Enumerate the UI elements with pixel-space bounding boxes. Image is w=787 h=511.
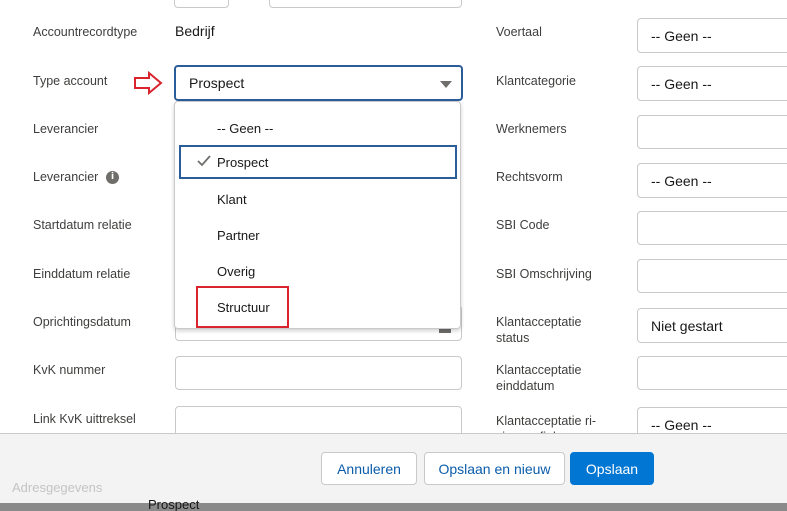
startdatum-label: Startdatum relatie [33,218,132,232]
save-and-new-button[interactable]: Opslaan en nieuw [424,452,565,485]
werknemers-label: Werknemers [496,122,567,136]
klantacceptatie-status-value: Niet gestart [651,317,723,334]
check-icon [197,155,211,167]
oprichtingsdatum-label: Oprichtingsdatum [33,315,131,329]
option-prospect[interactable]: Prospect [179,145,457,179]
option-overig[interactable]: Overig [175,254,460,288]
sbi-code-label: SBI Code [496,218,550,232]
klantcategorie-value: -- Geen -- [651,75,712,92]
klantacceptatie-status-label: Klantacceptatie status [496,314,581,346]
klantacceptatie-einddatum-input[interactable] [637,356,787,390]
klantacceptatie-risico-label-line1: Klantacceptatie ri- [496,414,597,428]
save-button[interactable]: Opslaan [570,452,654,485]
account-record-type-value: Bedrijf [175,23,215,39]
red-arrow-annotation [134,71,163,95]
klantacceptatie-risico-value: -- Geen -- [651,416,712,433]
klantacceptatie-einddatum-label-line2: einddatum [496,379,555,393]
dropdown-arrow-icon [440,81,452,88]
info-icon[interactable]: i [106,171,119,184]
rechtsvorm-label: Rechtsvorm [496,170,563,184]
rechtsvorm-select[interactable]: -- Geen -- [637,163,787,198]
klantcategorie-select[interactable]: -- Geen -- [637,66,787,101]
cancel-button[interactable]: Annuleren [321,452,417,485]
modal-footer: Annuleren Opslaan en nieuw Opslaan [0,433,787,503]
section-title-behind: Adresgegevens [12,480,103,495]
option-partner[interactable]: Partner [175,218,460,252]
klantacceptatie-einddatum-label: Klantacceptatie einddatum [496,362,581,394]
type-account-label: Type account [33,74,108,88]
sbi-omschrijving-input[interactable] [637,259,787,293]
sbi-omschrijving-label: SBI Omschrijving [496,267,592,281]
voertaal-value: -- Geen -- [651,27,712,44]
voertaal-select[interactable]: -- Geen -- [637,18,787,53]
kvk-nummer-label: KvK nummer [33,363,106,377]
kvk-nummer-input[interactable] [175,356,462,390]
type-account-select[interactable]: Prospect [174,65,463,101]
rechtsvorm-value: -- Geen -- [651,172,712,189]
option-prospect-label: Prospect [217,154,269,170]
link-kvk-label: Link KvK uittreksel [33,412,136,426]
werknemers-input[interactable] [637,115,787,149]
type-account-value: Prospect [189,75,245,91]
einddatum-label: Einddatum relatie [33,267,131,281]
structuur-highlight-box [196,286,289,328]
klantacceptatie-status-select[interactable]: Niet gestart [637,308,787,343]
sbi-code-input[interactable] [637,211,787,245]
behind-value: Prospect [148,497,200,511]
voertaal-label: Voertaal [496,25,542,39]
backdrop-strip [0,503,787,511]
klantcategorie-label: Klantcategorie [496,74,576,88]
option-geen[interactable]: -- Geen -- [175,111,460,145]
klantacceptatie-status-label-line2: status [496,331,530,345]
top-left-input[interactable] [174,0,229,8]
top-middle-input[interactable] [269,0,462,8]
klantacceptatie-status-label-line1: Klantacceptatie [496,315,582,329]
leverancier-label: Leverancier [33,122,99,136]
account-record-type-label: Accountrecordtype [33,25,138,39]
klantacceptatie-einddatum-label-line1: Klantacceptatie [496,363,582,377]
leverancier-label-2: Leverancier [33,170,99,184]
type-account-listbox: -- Geen -- Prospect Klant Partner Overig… [174,101,461,329]
option-klant[interactable]: Klant [175,182,460,216]
